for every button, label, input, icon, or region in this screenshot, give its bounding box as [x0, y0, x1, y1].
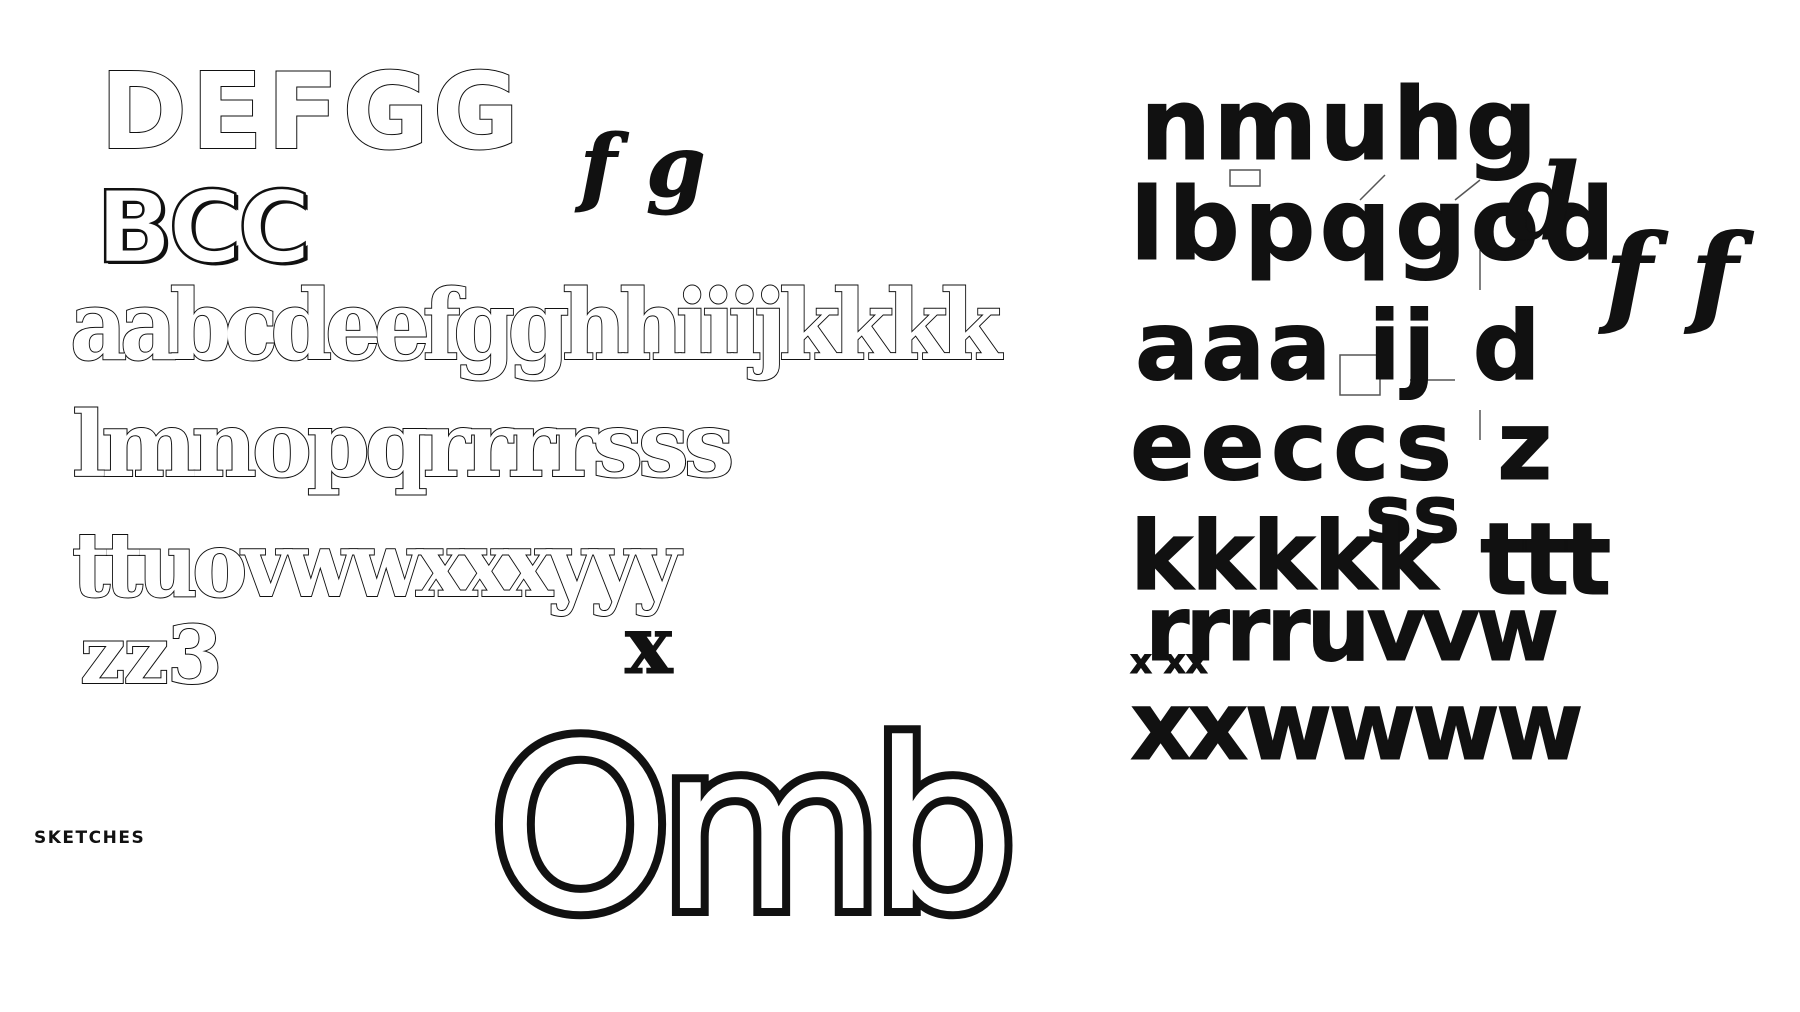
capitals-row-bcc: BCC: [95, 169, 313, 286]
specimen-word: Omb: [482, 696, 1025, 963]
cutpaper-f-variants: f f: [1605, 210, 1739, 339]
alternate-f-g-glyphs: f g: [580, 117, 707, 217]
lowercase-row-l-to-s: lmnopqrrrrsss: [71, 392, 735, 498]
sketches-caption: SKETCHES: [34, 828, 146, 848]
left-sketch-sheet: DEFGG BCC f g aabcdeefgghhiiijkkkk lmnop…: [60, 0, 1025, 963]
right-cutpaper-sheet: nmuhg lbpqgod d f f aaa ij d eeccs z ss …: [1110, 0, 1750, 960]
capitals-row-defgg: DEFGG: [99, 51, 523, 173]
cutpaper-d-variant: d: [1504, 140, 1579, 264]
lowercase-row-t-to-y: ttuovwwxxxyyy: [71, 512, 682, 618]
lowercase-row-a-to-k: aabcdeefgghhiiijkkkk: [69, 269, 1002, 382]
cutpaper-row-aaa-ij-d: aaa ij d: [1135, 292, 1543, 402]
cutpaper-row-xxwwww: xxwwww: [1130, 672, 1585, 782]
lowercase-row-z: zz3: [79, 608, 224, 702]
cutpaper-row-nmuhg: nmuhg: [1139, 66, 1540, 183]
lowercase-x-variant: x: [625, 598, 674, 692]
cutpaper-row-eeccs-z: eeccs z: [1129, 392, 1559, 502]
sketch-page: DEFGG BCC f g aabcdeefgghhiiijkkkk lmnop…: [0, 0, 1800, 1012]
